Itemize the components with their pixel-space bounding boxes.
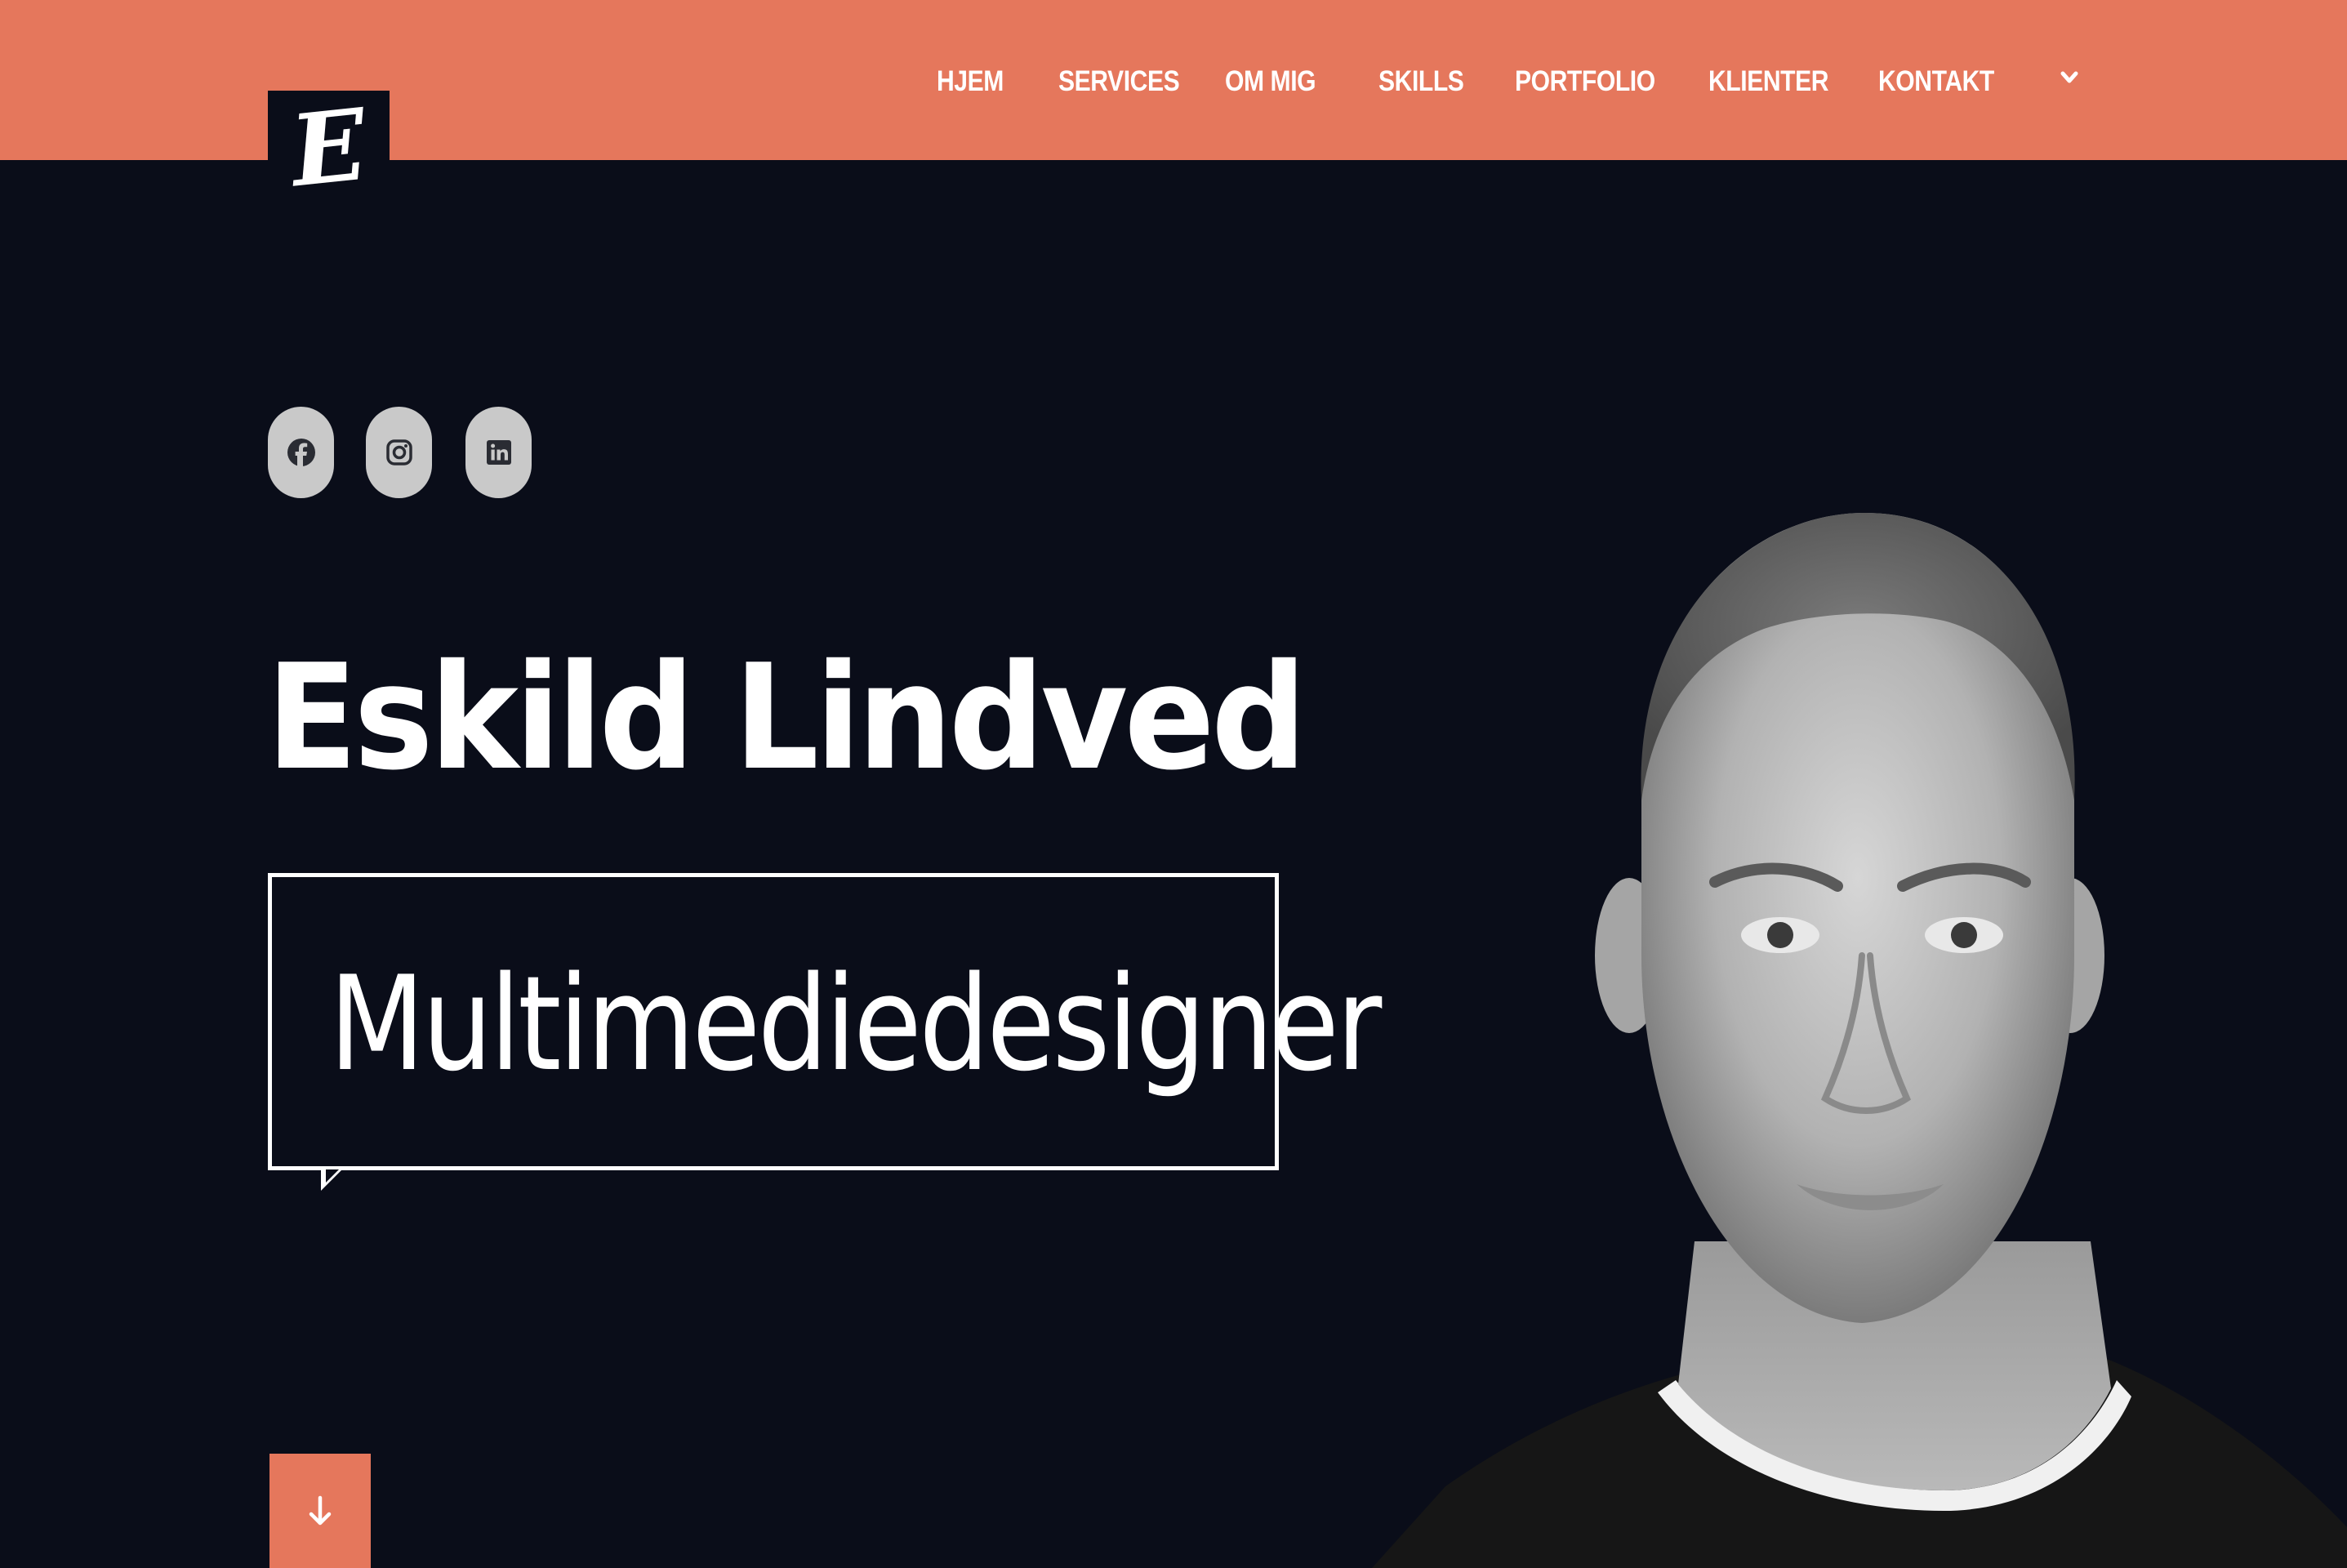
instagram-icon [385, 439, 412, 466]
nav-item-portfolio[interactable]: PORTFOLIO [1515, 65, 1655, 98]
nav-item-klienter[interactable]: KLIENTER [1708, 65, 1828, 98]
instagram-button[interactable] [366, 407, 432, 498]
nav-item-hjem[interactable]: HJEM [937, 65, 1004, 98]
facebook-button[interactable] [268, 407, 334, 498]
chevron-down-icon [2060, 71, 2078, 83]
portrait-photo [1372, 512, 2347, 1568]
facebook-icon [287, 439, 315, 467]
arrow-down-icon [309, 1495, 332, 1526]
linkedin-button[interactable] [465, 407, 532, 498]
linkedin-icon [486, 440, 511, 465]
title-speech-bubble: Multimediedesigner [268, 873, 1382, 1191]
hero-name: Eskild Lindved [266, 633, 1307, 802]
nav-item-services[interactable]: SERVICES [1058, 65, 1180, 98]
nav-item-skills[interactable]: SKILLS [1378, 65, 1464, 98]
site-logo[interactable]: E [268, 87, 390, 212]
nav-item-kontakt[interactable]: KONTAKT [1878, 65, 1994, 98]
nav-dropdown-toggle[interactable] [2057, 65, 2082, 90]
speech-bubble-tail-inner [326, 1169, 339, 1183]
scroll-down-button[interactable] [269, 1454, 371, 1568]
logo-letter: E [285, 87, 372, 209]
nav-item-om-mig[interactable]: OM MIG [1225, 65, 1316, 98]
hero-title: Multimediedesigner [329, 947, 1382, 1100]
